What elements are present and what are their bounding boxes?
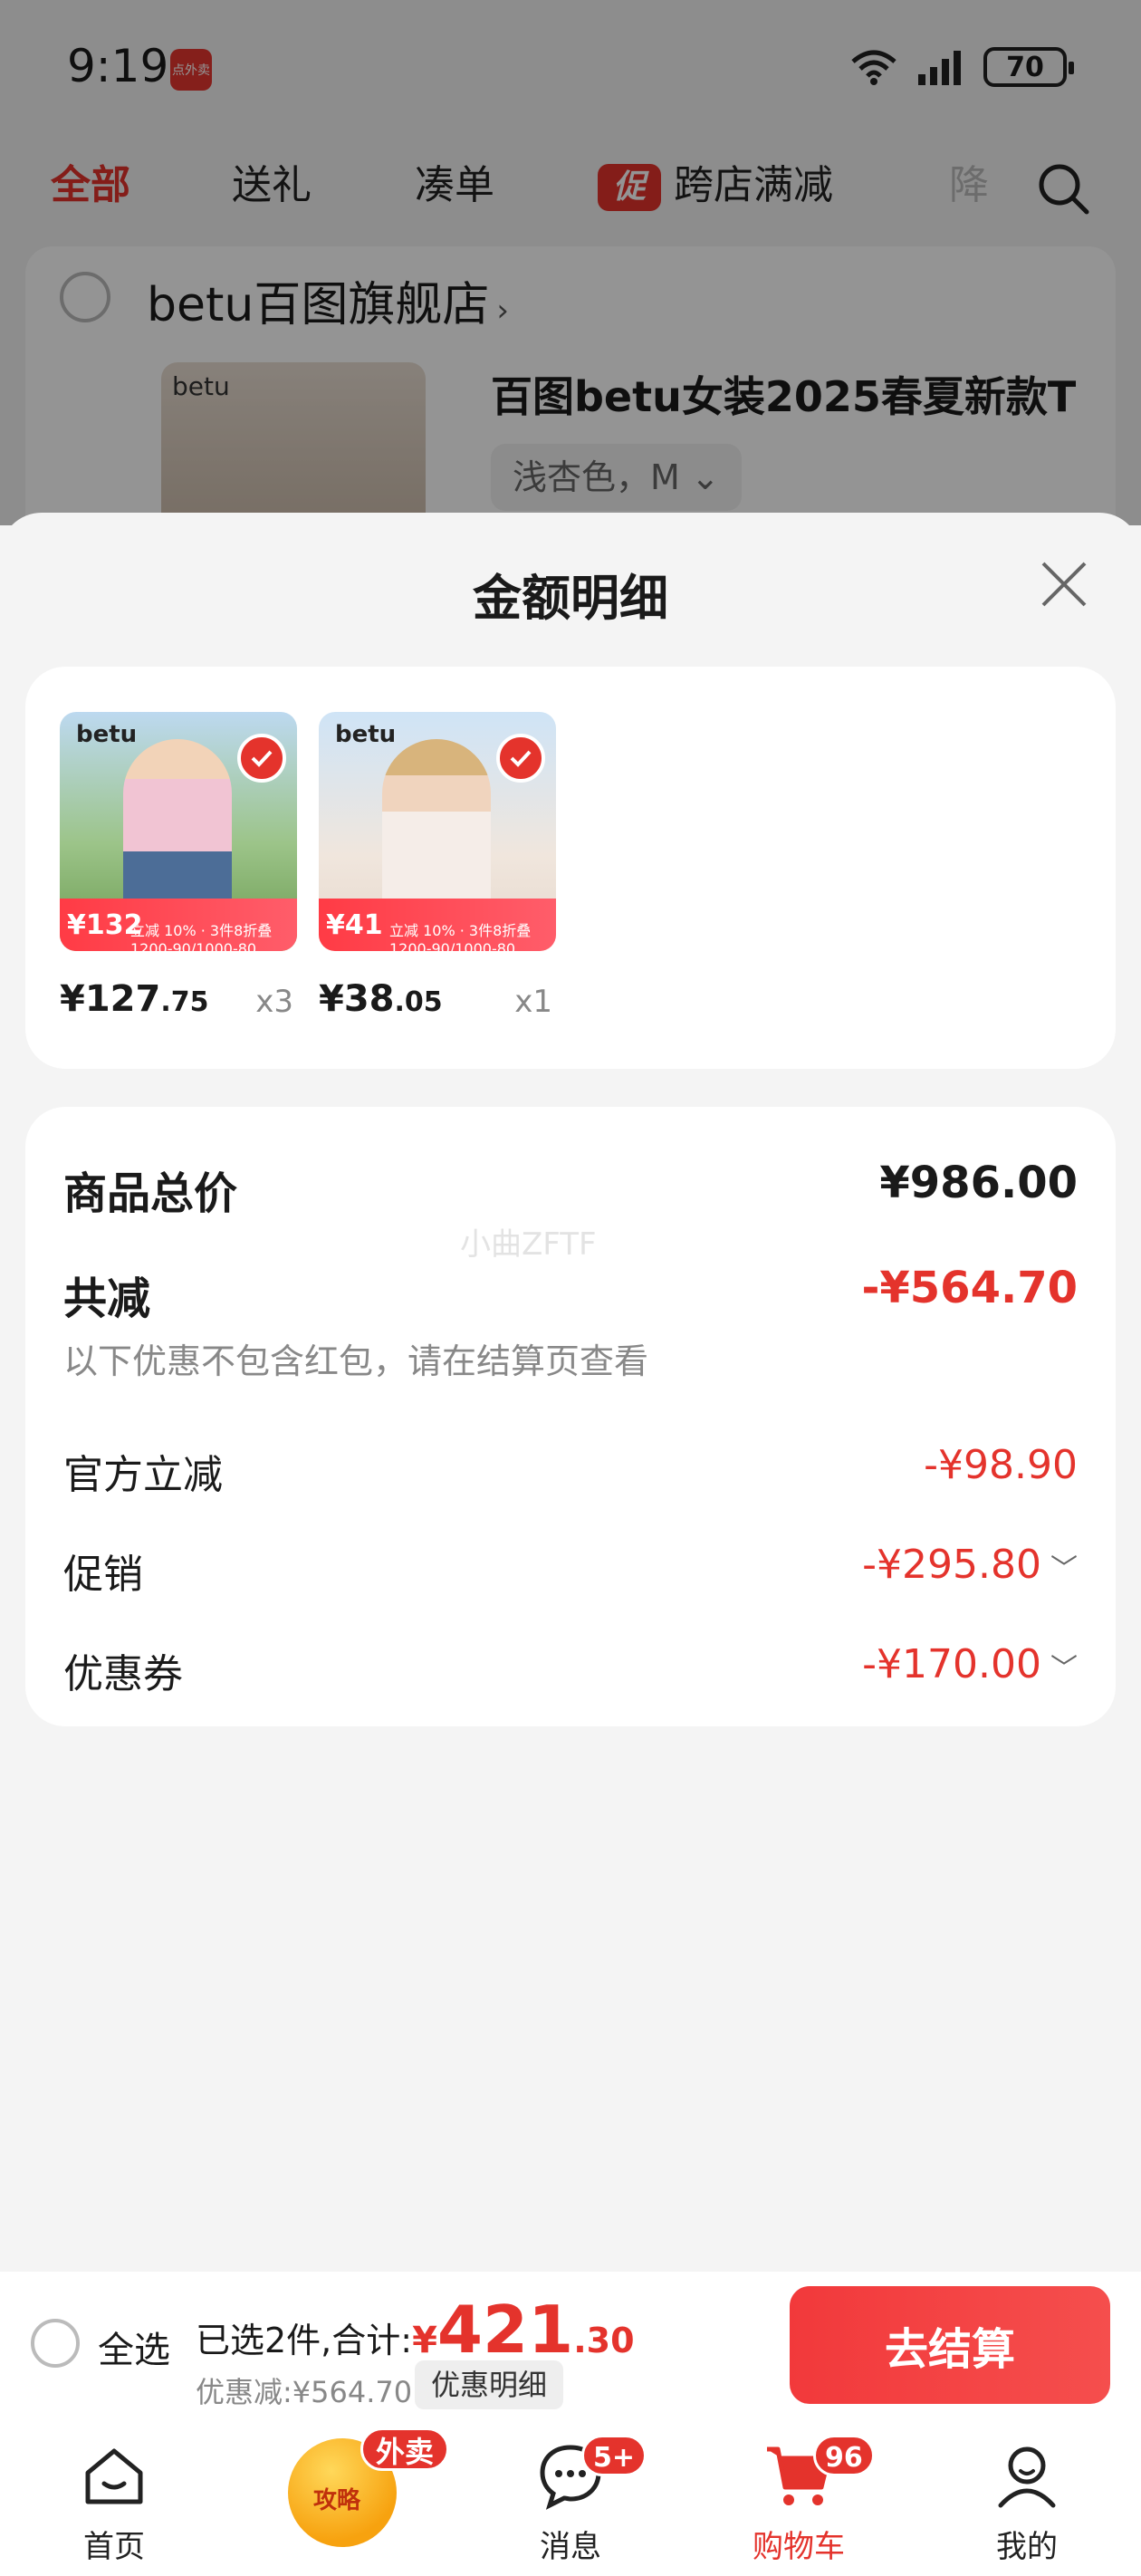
promo-strip: ¥132 立减 10% · 3件8折叠1200-90/1000-80 bbox=[60, 899, 297, 951]
item-price: ¥38.05 bbox=[319, 978, 443, 1020]
official-discount-label: 官方立减 bbox=[63, 1452, 223, 1498]
chevron-down-icon: ﹀ bbox=[1050, 1653, 1078, 1685]
goods-total-value: ¥986.00 bbox=[879, 1158, 1078, 1208]
coupon-row[interactable]: -¥170.00 ﹀ bbox=[862, 1641, 1078, 1687]
promo-strip: ¥41 立减 10% · 3件8折叠1200-90/1000-80 bbox=[319, 899, 556, 951]
select-all-label[interactable]: 全选 bbox=[98, 2321, 170, 2373]
nav-profile[interactable]: 我的 bbox=[954, 2440, 1099, 2566]
selected-count: 已选2件,合计: bbox=[196, 2321, 413, 2360]
total-summary: 已选2件,合计:¥421.30 bbox=[196, 2292, 635, 2368]
nav-home-label: 首页 bbox=[83, 2529, 145, 2565]
cart-badge: 96 bbox=[813, 2435, 875, 2476]
check-icon bbox=[496, 734, 545, 783]
product-photo bbox=[382, 739, 491, 920]
price-dec: .75 bbox=[160, 986, 209, 1018]
watermark-text: 小曲ZFTF bbox=[460, 1226, 597, 1263]
nav-cart[interactable]: 96 购物车 bbox=[726, 2435, 875, 2566]
nav-messages[interactable]: 5+ 消息 bbox=[498, 2435, 647, 2566]
selected-item[interactable]: betu ¥132 立减 10% · 3件8折叠1200-90/1000-80 … bbox=[60, 712, 313, 1020]
item-quantity: x1 bbox=[514, 984, 552, 1020]
product-image: betu ¥132 立减 10% · 3件8折叠1200-90/1000-80 bbox=[60, 712, 297, 951]
goods-total-label: 商品总价 bbox=[63, 1168, 238, 1219]
promotion-value: -¥295.80 bbox=[862, 1542, 1041, 1588]
total-reduce-value: -¥564.70 bbox=[861, 1263, 1078, 1313]
nav-cart-label: 购物车 bbox=[753, 2529, 845, 2565]
nav-profile-label: 我的 bbox=[996, 2529, 1058, 2565]
currency-symbol: ¥ bbox=[412, 2320, 437, 2361]
promotion-label: 促销 bbox=[63, 1552, 143, 1598]
coupon-value: -¥170.00 bbox=[862, 1641, 1041, 1687]
total-dec: .30 bbox=[573, 2321, 635, 2360]
strip-text: 立减 10% · 3件8折叠1200-90/1000-80 bbox=[130, 922, 273, 951]
select-all-radio[interactable] bbox=[31, 2319, 80, 2368]
reduce-note: 以下优惠不包含红包，请在结算页查看 bbox=[63, 1341, 649, 1381]
coupon-label: 优惠券 bbox=[63, 1651, 183, 1697]
official-discount-value: -¥98.90 bbox=[924, 1442, 1078, 1488]
total-reduce-label: 共减 bbox=[63, 1274, 151, 1324]
brand-logo: betu bbox=[335, 721, 397, 748]
discount-detail-button[interactable]: 优惠明细 bbox=[415, 2360, 564, 2409]
product-image: betu ¥41 立减 10% · 3件8折叠1200-90/1000-80 bbox=[319, 712, 556, 951]
strip-text: 立减 10% · 3件8折叠1200-90/1000-80 bbox=[389, 922, 532, 951]
price-int: ¥127 bbox=[60, 978, 161, 1020]
checkout-bar: 全选 已选2件,合计:¥421.30 优惠减:¥564.70 优惠明细 去结算 bbox=[0, 2272, 1141, 2420]
takeout-badge: 外卖 bbox=[360, 2427, 450, 2471]
product-photo bbox=[123, 739, 232, 920]
amount-detail-sheet: 金额明细 betu ¥132 立减 10% · 3件8折叠1200-90/100… bbox=[0, 513, 1141, 2273]
discount-amount: 优惠减:¥564.70 bbox=[196, 2375, 413, 2409]
chevron-down-icon: ﹀ bbox=[1050, 1553, 1078, 1585]
item-price: ¥127.75 bbox=[60, 978, 208, 1020]
selected-item[interactable]: betu ¥41 立减 10% · 3件8折叠1200-90/1000-80 ¥… bbox=[319, 712, 572, 1020]
message-badge: 5+ bbox=[581, 2435, 647, 2476]
checkout-button[interactable]: 去结算 bbox=[790, 2286, 1110, 2404]
modal-overlay[interactable] bbox=[0, 0, 1141, 525]
selected-goods-card: betu ¥132 立减 10% · 3件8折叠1200-90/1000-80 … bbox=[25, 667, 1116, 1069]
item-quantity: x3 bbox=[255, 984, 293, 1020]
price-dec: .05 bbox=[394, 986, 443, 1018]
check-icon bbox=[237, 734, 286, 783]
bottom-nav: 首页 攻略 外卖 5+ 消息 96 购物车 我的 bbox=[0, 2420, 1141, 2576]
strip-price: ¥41 bbox=[326, 909, 383, 941]
sheet-title: 金额明细 bbox=[473, 570, 668, 627]
price-int: ¥38 bbox=[319, 978, 395, 1020]
profile-icon bbox=[998, 2446, 1056, 2508]
price-summary-card: 小曲ZFTF 商品总价 ¥986.00 共减 -¥564.70 以下优惠不包含红… bbox=[25, 1107, 1116, 1726]
home-icon bbox=[85, 2448, 143, 2504]
nav-strategy-label: 攻略 bbox=[313, 2487, 361, 2514]
close-icon[interactable] bbox=[1038, 558, 1090, 610]
nav-messages-label: 消息 bbox=[540, 2529, 601, 2565]
promotion-row[interactable]: -¥295.80 ﹀ bbox=[862, 1542, 1078, 1588]
brand-logo: betu bbox=[76, 721, 138, 748]
nav-home[interactable]: 首页 bbox=[42, 2440, 187, 2566]
total-int: 421 bbox=[436, 2292, 574, 2368]
